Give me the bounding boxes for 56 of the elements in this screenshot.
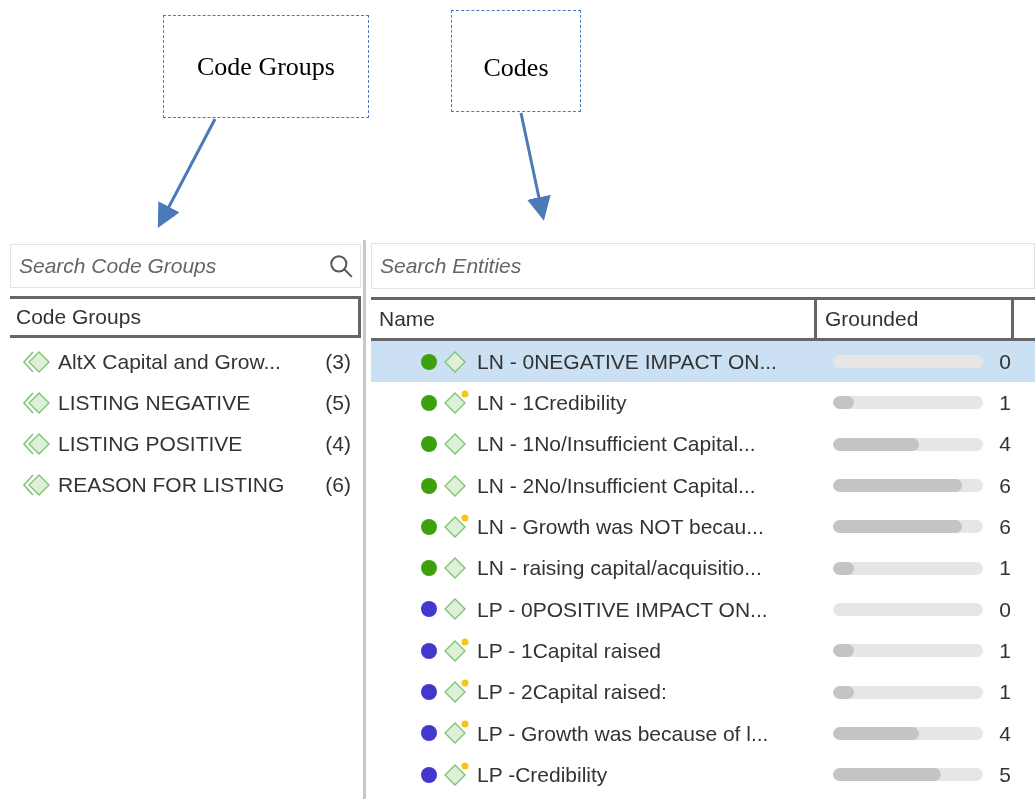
code-row[interactable]: LP - 2Capital raised: 1 xyxy=(371,671,1035,713)
code-row[interactable]: LP - Growth was because of l... 4 xyxy=(371,712,1035,754)
code-icon xyxy=(443,637,471,664)
code-name: LN - 1Credibility xyxy=(477,390,627,417)
grounded-count: 0 xyxy=(998,596,1011,623)
code-name: LN - raising capital/acquisitio... xyxy=(477,555,762,582)
code-name: LN - 1No/Insufficient Capital... xyxy=(477,431,756,458)
code-icon xyxy=(443,761,471,788)
search-box[interactable]: Search Entities xyxy=(371,243,1035,289)
grounded-count: 1 xyxy=(998,679,1011,706)
grounded-count: 6 xyxy=(998,514,1011,541)
code-group-item[interactable]: AltX Capital and Grow... (3) xyxy=(10,341,363,382)
code-icon xyxy=(443,389,471,416)
code-name: LP - 1Capital raised xyxy=(477,637,662,664)
code-name: LN - 0NEGATIVE IMPACT ON... xyxy=(477,348,777,375)
code-name: LP -Credibility xyxy=(477,761,608,788)
grounded-count: 1 xyxy=(998,637,1011,664)
code-row[interactable]: LN - 1No/Insufficient Capital... 4 xyxy=(371,423,1035,465)
group-count: (3) xyxy=(325,348,351,375)
code-group-item[interactable]: LISTING NEGATIVE (5) xyxy=(10,382,363,423)
code-row[interactable]: LN - 1Credibility 1 xyxy=(371,382,1035,424)
column-header[interactable]: Code Groups xyxy=(10,296,361,338)
code-row[interactable]: LP - 1Capital raised 1 xyxy=(371,630,1035,672)
code-row[interactable]: LN - Growth was NOT becau... 6 xyxy=(371,506,1035,548)
code-name: LN - Growth was NOT becau... xyxy=(477,514,764,541)
grounded-count: 4 xyxy=(998,720,1011,747)
group-count: (4) xyxy=(325,430,351,457)
column-header[interactable]: Name xyxy=(371,300,817,338)
grounded-count: 1 xyxy=(998,555,1011,582)
grounded-count: 4 xyxy=(998,431,1011,458)
column-header[interactable]: Grounded xyxy=(817,300,1014,338)
code-name: LP - 2Capital raised: xyxy=(477,679,667,706)
code-icon xyxy=(443,513,471,540)
group-count: (5) xyxy=(325,389,351,416)
code-row[interactable]: LN - 2No/Insufficient Capital... 6 xyxy=(371,464,1035,507)
code-name: LP - 0POSITIVE IMPACT ON... xyxy=(477,596,768,623)
code-row[interactable]: LN - raising capital/acquisitio... 1 xyxy=(371,547,1035,589)
code-icon xyxy=(443,679,471,705)
search-box[interactable]: Search Code Groups xyxy=(10,244,361,288)
code-name: LN - 2No/Insufficient Capital... xyxy=(477,472,756,499)
search-icon xyxy=(328,253,354,279)
grounded-count: 0 xyxy=(998,348,1011,375)
callout-label: Code Groups xyxy=(197,51,335,83)
search-field[interactable]: Search Code Groups xyxy=(19,250,328,282)
code-group-item[interactable]: LISTING POSITIVE (4) xyxy=(10,423,363,464)
code-row[interactable]: LP - 0POSITIVE IMPACT ON... 0 xyxy=(371,588,1035,631)
code-row[interactable]: LP -Credibility 5 xyxy=(371,753,1035,796)
group-count: (6) xyxy=(325,471,351,498)
callout-label: Codes xyxy=(483,55,549,81)
grounded-count: 1 xyxy=(998,390,1011,417)
code-group-item[interactable]: REASON FOR LISTING (6) xyxy=(10,464,363,505)
code-row[interactable]: LN - 0NEGATIVE IMPACT ON... 0 xyxy=(371,341,1035,383)
code-name: LP - Growth was because of l... xyxy=(477,720,769,747)
grounded-count: 6 xyxy=(998,472,1011,499)
search-field[interactable]: Search Entities xyxy=(380,250,1034,282)
grounded-count: 5 xyxy=(998,761,1011,788)
